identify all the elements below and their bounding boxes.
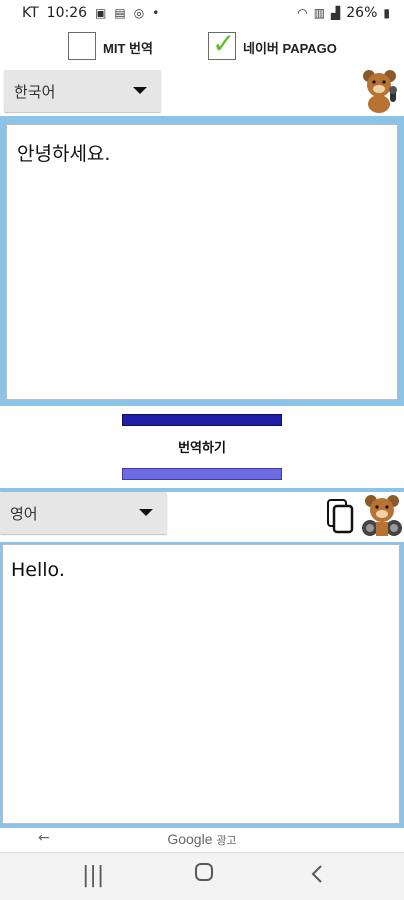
home-icon[interactable] [194,861,214,889]
top-divider-bar [122,414,282,426]
hotspot-icon: ▥ [313,6,326,20]
target-text-area[interactable]: Hello. [2,544,400,824]
engine-selector: MIT 번역 ✓ 네이버 PAPAGO [0,27,404,68]
target-language-select[interactable]: 영어 [0,492,167,534]
source-panel: 한국어 안녕하세요. [0,66,404,406]
battery-label: 26% [346,5,378,21]
translate-button[interactable]: 번역하기 [122,432,282,460]
target-text: Hello. [11,559,65,581]
battery-icon: ▮ [383,6,390,20]
ad-banner[interactable]: ← Google 광고 [0,828,404,852]
wifi-icon: ◠ [297,6,308,20]
mit-label[interactable]: MIT 번역 [103,38,153,57]
checkmark-icon: ✓ [212,27,236,60]
source-language-select[interactable]: 한국어 [4,70,161,112]
translate-controls: 번역하기 [0,406,404,488]
ad-tag: 광고 [216,835,237,847]
papago-checkbox[interactable]: ✓ [208,27,236,60]
time-label: 10:26 [46,5,88,21]
source-language-label: 한국어 [14,82,56,101]
signal-icon: ▟ [331,6,341,20]
source-text: 안녕하세요. [17,143,111,165]
target-panel: 영어 Hello. [0,488,404,828]
dot-icon: • [152,6,160,20]
ad-label: Google 광고 [0,831,404,848]
target-language-label: 영어 [10,504,38,523]
bear-mic-icon[interactable] [360,68,402,114]
copy-icon[interactable] [326,498,356,536]
source-text-area[interactable]: 안녕하세요. [6,124,398,400]
gallery-icon: ▣ [95,6,107,20]
target-language-bar: 영어 [0,492,404,542]
source-language-bar: 한국어 [0,66,404,116]
status-bar: KT 10:26 ▣ ▤ ◎ • ◠ ▥ ▟ 26% ▮ [0,0,404,28]
papago-label[interactable]: 네이버 PAPAGO [243,38,337,57]
carrier-label: KT [22,5,39,21]
recents-icon[interactable]: ||| [82,863,104,888]
dropdown-arrow-icon [133,87,147,94]
system-navigation-bar: ||| [0,852,404,900]
mit-checkbox[interactable] [68,32,96,60]
dropdown-arrow-icon [139,509,153,516]
ad-brand: Google [167,831,213,847]
messenger-icon: ◎ [133,6,145,20]
bottom-divider-bar [122,468,282,480]
bear-speaker-icon[interactable] [362,494,404,540]
sms-icon: ▤ [114,6,126,20]
back-icon[interactable] [310,863,324,891]
